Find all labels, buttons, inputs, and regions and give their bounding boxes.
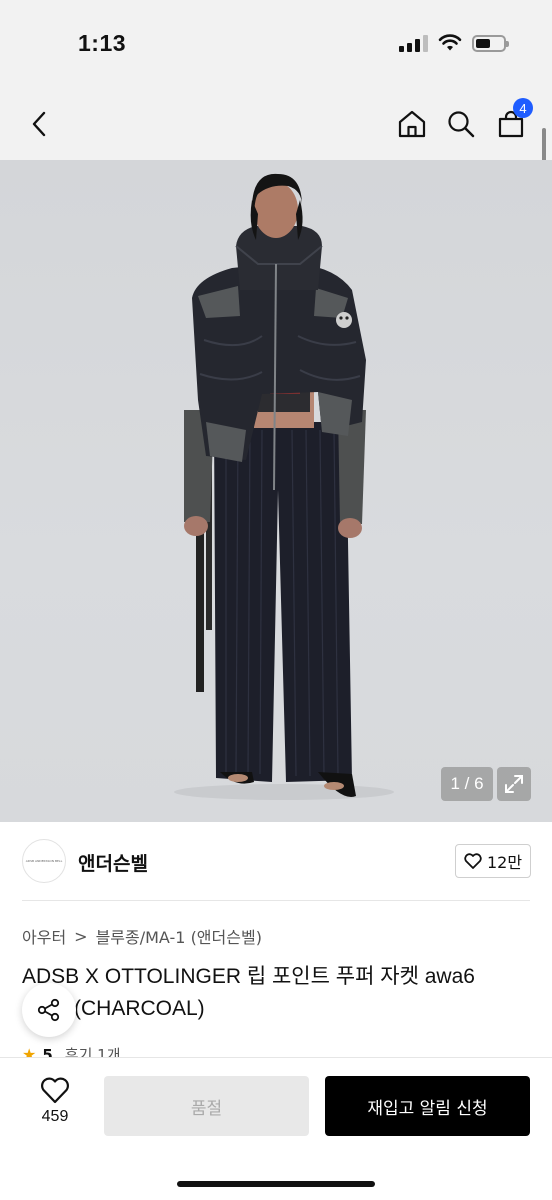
home-button[interactable] <box>392 104 432 144</box>
battery-icon <box>472 34 509 52</box>
product-title-line2: (CHARCOAL) <box>74 997 205 1020</box>
signal-icon <box>399 34 428 52</box>
search-icon <box>448 111 475 138</box>
share-button[interactable] <box>22 983 76 1037</box>
divider <box>22 900 530 901</box>
cart-button[interactable]: 4 <box>491 98 533 144</box>
brand-like-button[interactable]: 12만 <box>455 844 531 878</box>
heart-outline-icon <box>41 1077 69 1104</box>
home-indicator[interactable] <box>177 1181 375 1187</box>
chevron-left-icon <box>32 111 46 137</box>
back-button[interactable] <box>20 104 60 144</box>
product-detail-screen: 1:13 4 1 / 6 ADSB ANDERSSON BELL 앤더슨벨 12… <box>0 0 552 1200</box>
battery-level <box>476 38 490 48</box>
expand-icon <box>505 775 523 793</box>
product-title-line1: ADSB X OTTOLINGER 립 포인트 푸퍼 자켓 awa6 <box>22 965 475 988</box>
status-bar: 1:13 <box>0 0 552 90</box>
restock-alert-button[interactable]: 재입고 알림 신청 <box>325 1076 530 1136</box>
expand-image-button[interactable] <box>497 767 531 801</box>
home-icon <box>398 110 426 138</box>
breadcrumb-item-blouson[interactable]: 블루종/MA-1 (앤더슨벨) <box>96 924 262 948</box>
wifi-icon <box>438 34 462 51</box>
image-counter: 1 / 6 <box>441 767 493 801</box>
cart-count-badge: 4 <box>513 98 533 118</box>
wishlist-button[interactable]: 459 <box>22 1076 88 1142</box>
wishlist-count: 459 <box>41 1108 69 1125</box>
breadcrumb-separator: > <box>74 926 88 946</box>
brand-name[interactable]: 앤더슨벨 <box>78 849 148 876</box>
brand-logo-text: ADSB ANDERSSON BELL <box>25 859 63 863</box>
search-button[interactable] <box>441 104 481 144</box>
share-icon <box>37 998 60 1022</box>
status-icons <box>399 34 509 52</box>
brand-row[interactable]: ADSB ANDERSSON BELL 앤더슨벨 12만 <box>0 822 552 902</box>
status-time: 1:13 <box>78 30 127 56</box>
product-title: ADSB X OTTOLINGER 립 포인트 푸퍼 자켓 awa6 (CHAR… <box>22 961 532 1025</box>
heart-outline-icon <box>464 853 482 869</box>
brand-like-count: 12만 <box>486 853 523 872</box>
product-photo <box>174 173 394 800</box>
soldout-button: 품절 <box>104 1076 309 1136</box>
breadcrumb-item-outer[interactable]: 아우터 <box>22 924 66 948</box>
nav-bar: 4 <box>0 90 552 160</box>
brand-logo[interactable]: ADSB ANDERSSON BELL <box>22 839 66 883</box>
bottom-action-bar: 459 품절 재입고 알림 신청 <box>0 1058 552 1200</box>
product-image[interactable]: 1 / 6 <box>0 160 552 822</box>
breadcrumb: 아우터 > 블루종/MA-1 (앤더슨벨) <box>22 924 262 948</box>
